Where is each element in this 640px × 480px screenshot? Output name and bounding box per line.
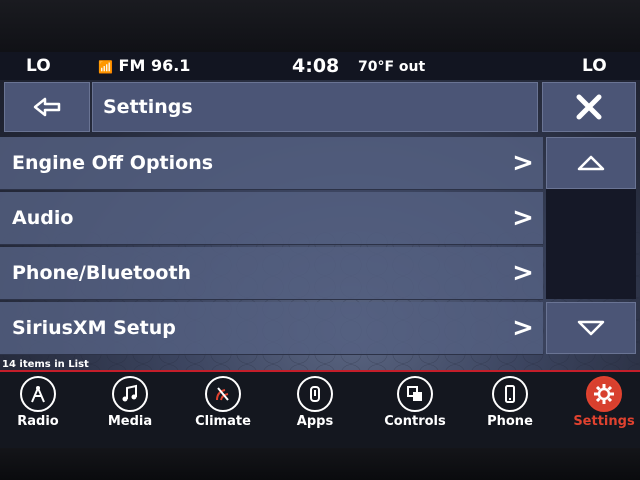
scroll-track[interactable] (546, 189, 636, 299)
scroll-down-button[interactable] (546, 302, 636, 354)
bezel-top (0, 0, 640, 52)
dock-label: Phone (487, 414, 533, 429)
apps-icon (297, 376, 333, 412)
dock-label: Controls (384, 414, 446, 429)
clock: 4:08 (292, 55, 340, 77)
bezel-bottom (0, 448, 640, 480)
list-item-phone-bluetooth[interactable]: Phone/Bluetooth > (0, 247, 543, 300)
dock-controls[interactable]: Controls (375, 374, 455, 446)
controls-icon (397, 376, 433, 412)
close-icon (576, 94, 602, 120)
chevron-up-icon (577, 155, 605, 171)
chevron-right-icon: > (512, 203, 534, 233)
left-climate-temp[interactable]: LO (26, 56, 51, 76)
dock-label: Media (107, 414, 153, 429)
scroll-up-button[interactable] (546, 137, 636, 189)
list-item-audio[interactable]: Audio > (0, 192, 543, 245)
list-item-siriusxm-setup[interactable]: SiriusXM Setup > (0, 302, 543, 355)
dock-climate[interactable]: Climate (183, 374, 263, 446)
dock-settings[interactable]: Settings (564, 374, 640, 446)
music-note-icon (112, 376, 148, 412)
chevron-down-icon (577, 320, 605, 336)
right-climate-temp[interactable]: LO (582, 56, 607, 76)
dock-radio[interactable]: Radio (0, 374, 78, 446)
dock-label: Radio (17, 414, 59, 429)
dock-media[interactable]: Media (90, 374, 170, 446)
back-arrow-icon (33, 97, 61, 117)
status-bar: LO 📶 FM 96.1 4:08 70°F out LO (0, 52, 640, 80)
back-button[interactable] (4, 82, 90, 132)
dock-apps[interactable]: Apps (275, 374, 355, 446)
page-title: Settings (92, 82, 538, 132)
radio-icon (20, 376, 56, 412)
gear-icon (586, 376, 622, 412)
outside-temp: 70°F out (358, 59, 426, 75)
chevron-right-icon: > (512, 148, 534, 178)
radio-signal-icon: 📶 (98, 60, 113, 74)
list-item-label: Phone/Bluetooth (12, 262, 192, 284)
app-dock: Radio Media Climate Apps Controls Phone … (0, 372, 640, 448)
page-title-text: Settings (103, 96, 193, 118)
chevron-right-icon: > (512, 313, 534, 343)
climate-icon (205, 376, 241, 412)
radio-station: FM 96.1 (118, 56, 191, 75)
list-item-label: Engine Off Options (12, 152, 214, 174)
chevron-right-icon: > (512, 258, 534, 288)
screen: LO 📶 FM 96.1 4:08 70°F out LO Settings E… (0, 52, 640, 448)
dock-label: Settings (573, 414, 635, 429)
close-button[interactable] (542, 82, 636, 132)
dock-label: Apps (296, 414, 334, 429)
phone-icon (492, 376, 528, 412)
radio-status[interactable]: 📶 FM 96.1 (98, 56, 190, 75)
list-item-label: Audio (12, 207, 74, 229)
dock-phone[interactable]: Phone (470, 374, 550, 446)
list-item-engine-off-options[interactable]: Engine Off Options > (0, 137, 543, 190)
list-item-label: SiriusXM Setup (12, 317, 176, 339)
dock-label: Climate (195, 414, 251, 429)
